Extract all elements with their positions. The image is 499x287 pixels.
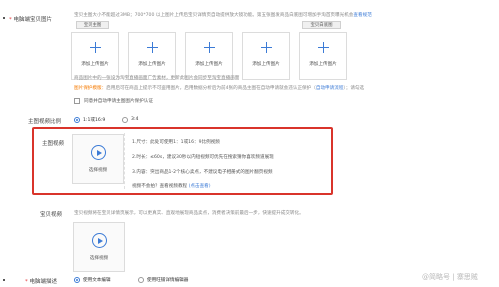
upload-slot-1[interactable]: 添加上传图片 (71, 32, 119, 80)
plus-icon (90, 42, 101, 53)
radio-selected[interactable] (74, 117, 80, 123)
image-protect-row: 图片保护模版：启用后可在商品上提示不可盗用图片，启用数据分析后为前4张的商品主图… (74, 86, 365, 91)
video-rule-1: 1.尺寸：此处可使用1：1或16：9比例视频 (132, 140, 220, 145)
auto-apply-link[interactable]: 自动申请流程 (316, 86, 344, 91)
spec-link[interactable]: 查看规范 (353, 13, 371, 18)
image-protect-label: 图片保护模版： (74, 86, 107, 91)
tutorial-link[interactable]: (点击查看) (189, 184, 211, 189)
upload-label: 添加上传图片 (195, 62, 223, 67)
protect-checkbox[interactable] (74, 98, 80, 104)
tag-white-image: 宝贝白底图 (302, 21, 341, 29)
bullet-dot (3, 17, 5, 19)
detail-video-select[interactable]: 选择视频 (73, 222, 125, 272)
upload-label: 添加上传图片 (81, 62, 109, 67)
main-video-select[interactable]: 选择视频 (72, 134, 124, 184)
upload-slot-4[interactable]: 添加上传图片 (242, 32, 290, 80)
bullet-dot (3, 279, 5, 281)
main-images-label: * 电脑端宝贝图片 (9, 17, 53, 23)
video-rule-3: 3.内容：突出商品1-2个核心卖点，不建议电子相册式的图片翻页视频 (132, 170, 273, 175)
upload-label: 添加上传图片 (138, 62, 166, 67)
protect-checkbox-label: 同意并自动申请主图图片保护认证 (84, 99, 153, 104)
main-video-label: 主图视频 (42, 141, 65, 147)
tag-main-image: 宝贝主图 (76, 21, 109, 29)
video-tutorial-row: 视频不会拍？查看视频教程 (点击查看) (132, 184, 211, 189)
detail-video-label: 宝贝视频 (40, 212, 63, 218)
main-images-hint: 宝贝主图大小不能超过3MB；700*700 以上图片上传后宝贝详情页自动提供放大… (74, 13, 372, 18)
play-icon (91, 145, 106, 160)
plus-icon (261, 42, 272, 53)
play-icon (92, 233, 107, 248)
plus-icon (318, 42, 329, 53)
divider (124, 133, 125, 189)
select-video-label: 选择视频 (88, 168, 108, 173)
upload-slot-2[interactable]: 添加上传图片 (128, 32, 176, 80)
live-note: 商品图片中的一张设为淘宝直播画面广告素材，更新此图片会同步至淘宝直播画面 (74, 76, 240, 81)
upload-slot-3[interactable]: 添加上传图片 (185, 32, 233, 80)
upload-label: 添加上传图片 (309, 62, 337, 67)
upload-label: 添加上传图片 (252, 62, 280, 67)
watermark: @简略号 | 寨思贼 (422, 273, 478, 281)
radio-selected[interactable] (74, 277, 80, 283)
radio-unselected[interactable] (138, 277, 144, 283)
upload-slot-5[interactable]: 添加上传图片 (299, 32, 347, 80)
video-rule-2: 2.时长：≤60s，建议30秒以内短视频可优先在搜索猜你喜欢频道展现 (132, 155, 274, 160)
radio-unselected[interactable] (122, 117, 128, 123)
desc-label: * 电脑端描述 (25, 279, 58, 285)
video-ratio-label: 主图视频比例 (28, 119, 62, 125)
select-video-label: 选择视频 (89, 256, 109, 261)
detail-video-hint: 宝贝视频将在宝贝详情页展示，可以更真实、直观地展现商品卖点，消费者决策前最后一步… (74, 211, 304, 216)
plus-icon (204, 42, 215, 53)
plus-icon (147, 42, 158, 53)
